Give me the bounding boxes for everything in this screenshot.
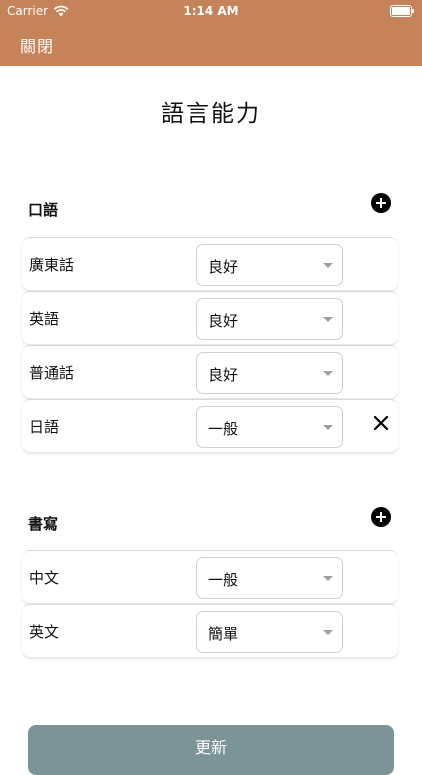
level-value: 良好: [208, 312, 239, 330]
page-title: 語言能力: [161, 101, 261, 127]
written-row-english: 英文 簡單: [22, 604, 398, 657]
level-value: 一般: [208, 420, 239, 438]
add-written-icon[interactable]: [371, 507, 391, 527]
spoken-section-header: 口語: [28, 201, 59, 219]
spoken-row-english: 英語 良好: [22, 291, 398, 344]
status-bar: Carrier 1:14 AM: [0, 0, 422, 22]
level-select[interactable]: 簡單: [196, 611, 343, 653]
level-value: 良好: [208, 258, 239, 276]
chevron-down-icon: [323, 630, 333, 635]
plus-icon: [376, 512, 386, 522]
language-label: 英文: [29, 623, 60, 641]
level-value: 良好: [208, 366, 239, 384]
add-spoken-icon[interactable]: [371, 193, 391, 213]
written-section-header: 書寫: [28, 515, 59, 533]
close-button[interactable]: 關閉: [20, 33, 54, 57]
nav-bar: 關閉: [0, 22, 422, 66]
chevron-down-icon: [323, 576, 333, 581]
chevron-down-icon: [323, 263, 333, 268]
language-label: 普通話: [29, 364, 75, 382]
language-label: 日語: [29, 418, 60, 436]
language-label: 廣東話: [29, 256, 75, 274]
remove-icon[interactable]: [372, 414, 390, 432]
written-row-chinese: 中文 一般: [22, 550, 398, 603]
level-value: 一般: [208, 571, 239, 589]
update-button[interactable]: 更新: [28, 725, 394, 775]
level-select[interactable]: 良好: [196, 244, 343, 286]
language-label: 英語: [29, 310, 60, 328]
level-select[interactable]: 一般: [196, 406, 343, 448]
level-select[interactable]: 良好: [196, 352, 343, 394]
chevron-down-icon: [323, 425, 333, 430]
spoken-row-mandarin: 普通話 良好: [22, 345, 398, 398]
chevron-down-icon: [323, 317, 333, 322]
spoken-row-cantonese: 廣東話 良好: [22, 237, 398, 290]
level-select[interactable]: 一般: [196, 557, 343, 599]
level-value: 簡單: [208, 625, 239, 643]
battery-icon: [390, 5, 414, 17]
level-select[interactable]: 良好: [196, 298, 343, 340]
spoken-row-japanese: 日語 一般: [22, 399, 398, 452]
plus-icon: [376, 198, 386, 208]
language-label: 中文: [29, 569, 60, 587]
chevron-down-icon: [323, 371, 333, 376]
status-time: 1:14 AM: [183, 4, 239, 18]
